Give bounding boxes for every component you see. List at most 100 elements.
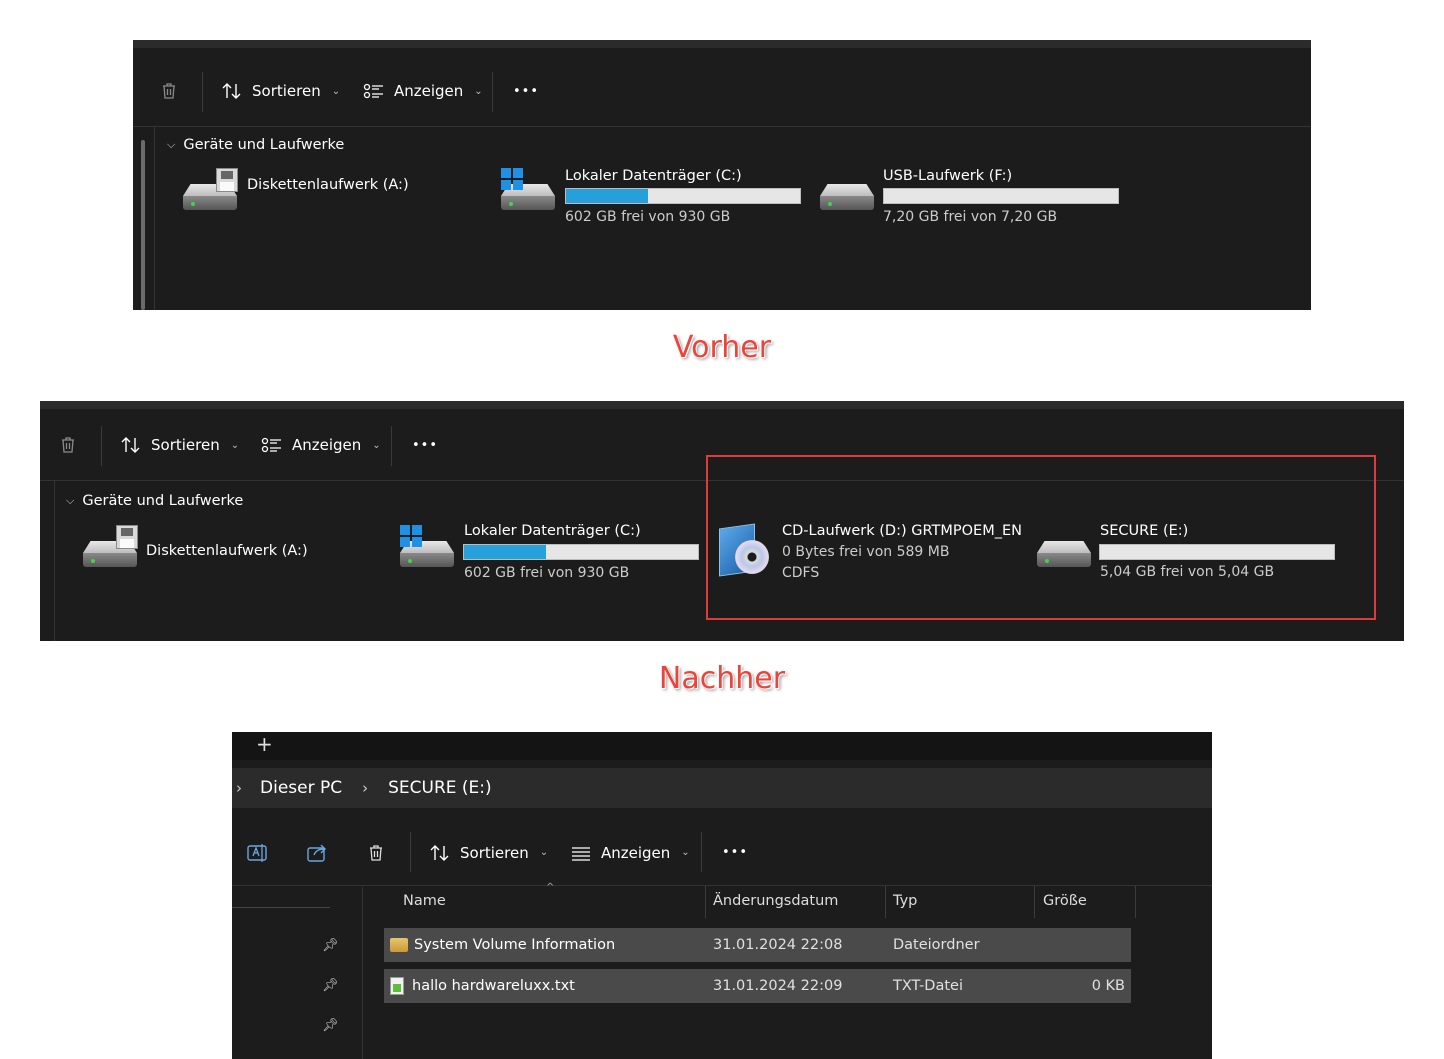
delete-button[interactable]	[366, 819, 386, 886]
more-icon: •••	[722, 845, 749, 860]
pin-icon[interactable]: 📌︎	[322, 1018, 339, 1033]
sort-label: Sortieren	[252, 82, 321, 100]
file-type: TXT-Datei	[893, 978, 963, 994]
toolbar-separator	[410, 832, 411, 872]
pane-divider	[362, 887, 363, 1059]
floppy-disk-icon	[116, 525, 138, 549]
share-button[interactable]	[306, 819, 328, 886]
floppy-disk-icon	[216, 168, 238, 192]
new-drives-highlight	[706, 455, 1376, 620]
usb-drive-icon	[820, 184, 874, 210]
caption-after: Nachher	[658, 661, 786, 696]
section-title: Geräte und Laufwerke	[82, 493, 244, 509]
sort-label: Sortieren	[151, 436, 220, 454]
column-header-type[interactable]: Typ	[893, 884, 917, 918]
drive-free-space: 602 GB frei von 930 GB	[565, 209, 731, 225]
rename-button[interactable]	[246, 819, 268, 886]
chevron-right-icon: ›	[362, 779, 369, 797]
file-row[interactable]: hallo hardwareluxx.txt 31.01.2024 22:09 …	[384, 969, 1131, 1003]
column-separator[interactable]	[1135, 886, 1136, 918]
title-strip	[40, 401, 1404, 409]
sort-arrows-icon	[121, 437, 140, 453]
view-list-icon	[363, 83, 383, 99]
toolbar-separator	[701, 832, 702, 872]
chevron-down-icon: ⌄	[372, 439, 381, 451]
delete-button[interactable]	[159, 55, 179, 127]
trash-icon	[163, 83, 175, 99]
rename-icon	[247, 843, 267, 862]
sort-button[interactable]: Sortieren ⌄	[221, 55, 340, 127]
file-date: 31.01.2024 22:09	[713, 978, 843, 994]
sort-button[interactable]: Sortieren ⌄	[429, 819, 548, 886]
column-separator[interactable]	[705, 886, 706, 918]
sort-arrows-icon	[222, 83, 241, 99]
chevron-down-icon: ⌄	[539, 847, 549, 858]
more-options-button[interactable]: •••	[722, 819, 748, 886]
section-header-devices[interactable]: ⌵ Geräte und Laufwerke	[66, 493, 243, 509]
sort-indicator-icon: ^	[546, 882, 555, 893]
toolbar-separator	[202, 72, 203, 112]
chevron-down-icon: ⌵	[66, 494, 75, 507]
section-title: Geräte und Laufwerke	[183, 137, 345, 153]
file-type: Dateiordner	[893, 937, 980, 953]
file-row[interactable]: System Volume Information 31.01.2024 22:…	[384, 928, 1131, 962]
drive-name: Diskettenlaufwerk (A:)	[146, 543, 308, 559]
pane-divider	[54, 481, 55, 641]
delete-button[interactable]	[58, 409, 78, 481]
chevron-down-icon: ⌄	[230, 439, 240, 451]
sort-label: Sortieren	[460, 843, 529, 862]
drive-name: Diskettenlaufwerk (A:)	[247, 177, 409, 193]
column-header-size[interactable]: Größe	[1043, 884, 1087, 918]
view-button[interactable]: Anzeigen ⌄	[570, 819, 690, 886]
address-bar[interactable]: › Dieser PC › SECURE (E:)	[232, 768, 1212, 808]
drive-usage-bar	[883, 188, 1119, 204]
column-separator[interactable]	[885, 886, 886, 918]
trash-icon	[370, 844, 382, 861]
view-button[interactable]: Anzeigen ⌄	[363, 55, 483, 127]
breadcrumb-this-pc[interactable]: Dieser PC	[260, 778, 342, 798]
file-name-cell: hallo hardwareluxx.txt	[390, 969, 575, 1003]
view-button[interactable]: Anzeigen ⌄	[261, 409, 381, 481]
sort-arrows-icon	[430, 844, 449, 861]
toolbar-separator	[391, 426, 392, 466]
share-icon	[307, 844, 326, 862]
view-label: Anzeigen	[292, 436, 362, 454]
view-details-icon	[572, 846, 590, 861]
view-label: Anzeigen	[394, 82, 464, 100]
column-header-date[interactable]: Änderungsdatum	[713, 884, 838, 918]
windows-logo-icon	[501, 168, 523, 190]
section-header-devices[interactable]: ⌵ Geräte und Laufwerke	[167, 137, 344, 153]
file-date: 31.01.2024 22:08	[713, 937, 843, 953]
pin-icon[interactable]: 📌︎	[322, 938, 339, 953]
drive-name: Lokaler Datenträger (C:)	[565, 168, 742, 184]
column-header-name[interactable]: Name	[403, 884, 446, 918]
more-options-button[interactable]: •••	[513, 55, 539, 127]
pin-icon[interactable]: 📌︎	[322, 978, 339, 993]
sort-button[interactable]: Sortieren ⌄	[120, 409, 239, 481]
tab-bar: +	[232, 732, 1212, 760]
toolbar-separator	[492, 72, 493, 112]
more-icon: •••	[412, 437, 439, 453]
column-separator[interactable]	[1034, 886, 1035, 918]
chevron-down-icon: ⌄	[331, 85, 341, 97]
scrollbar[interactable]	[141, 140, 145, 310]
drive-name: Lokaler Datenträger (C:)	[464, 523, 641, 539]
view-label: Anzeigen	[601, 843, 671, 862]
breadcrumb-secure[interactable]: SECURE (E:)	[388, 778, 492, 798]
windows-logo-icon	[400, 525, 422, 547]
more-options-button[interactable]: •••	[412, 409, 438, 481]
new-tab-button[interactable]: +	[256, 732, 273, 756]
chevron-down-icon: ⌄	[474, 85, 483, 97]
view-list-icon	[261, 437, 281, 453]
folder-icon	[390, 938, 408, 952]
chevron-right-icon: ›	[236, 779, 242, 797]
chevron-down-icon: ⌄	[681, 847, 690, 858]
command-bar: Sortieren ⌄ Anzeigen ⌄ •••	[133, 55, 1311, 127]
file-name: System Volume Information	[414, 937, 616, 953]
drive-free-space: 602 GB frei von 930 GB	[464, 565, 630, 581]
file-name: hallo hardwareluxx.txt	[412, 978, 575, 994]
trash-icon	[62, 437, 74, 453]
drive-usage-bar	[463, 544, 699, 560]
nav-pane-divider	[232, 907, 330, 908]
explorer-before-panel: Sortieren ⌄ Anzeigen ⌄ ••• ⌵ Geräte und …	[133, 40, 1311, 310]
